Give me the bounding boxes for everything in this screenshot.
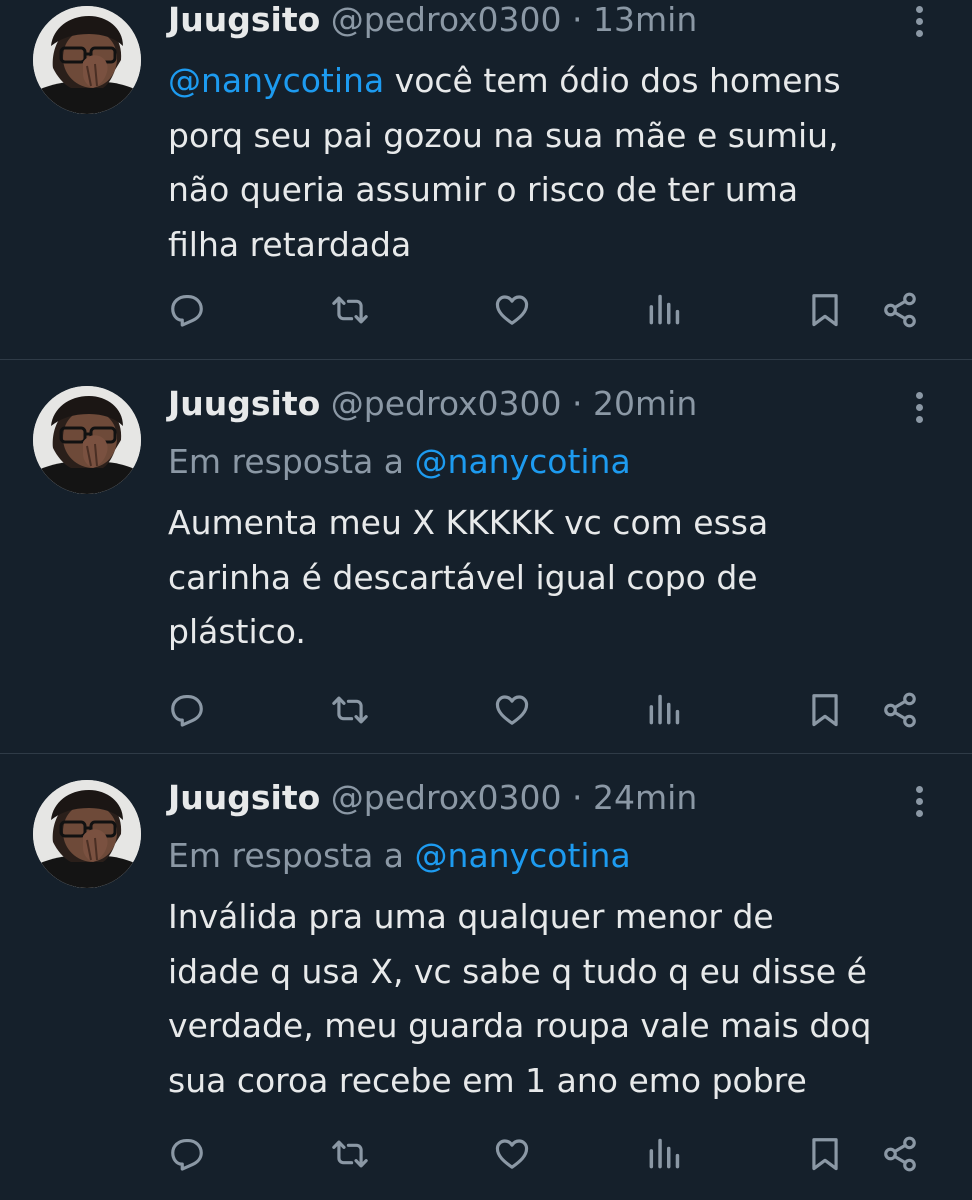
display-name[interactable]: Juugsito [168,778,320,817]
reply-prefix: Em resposta a [168,442,415,481]
reply-prefix: Em resposta a [168,836,415,875]
reply-icon[interactable] [165,1132,209,1176]
action-bar [0,288,972,332]
views-chart-icon[interactable] [642,1132,686,1176]
user-handle[interactable]: @pedrox0300 [331,0,562,39]
tweet-text: @nanycotina você tem ódio dos homens por… [168,54,948,272]
more-dots-icon[interactable] [904,0,934,44]
retweet-icon[interactable] [328,1132,372,1176]
display-name[interactable]: Juugsito [168,384,320,423]
share-icon[interactable] [878,1132,922,1176]
tweet-text-line: sua coroa recebe em 1 ano emo pobre [168,1060,807,1100]
user-handle[interactable]: @pedrox0300 [331,778,562,817]
retweet-icon[interactable] [328,688,372,732]
tweet-text: Aumenta meu X KKKKK vc com essa carinha … [168,496,948,660]
share-icon[interactable] [878,288,922,332]
tweet-header: Juugsito @pedrox0300 · 13min [168,0,697,42]
bookmark-icon[interactable] [803,688,847,732]
avatar[interactable] [33,6,141,114]
avatar[interactable] [33,780,141,888]
action-bar [0,1132,972,1176]
reply-context: Em resposta a @nanycotina [168,834,631,878]
user-handle[interactable]: @pedrox0300 [331,384,562,423]
separator-dot: · [572,384,583,423]
separator-dot: · [572,778,583,817]
bookmark-icon[interactable] [803,288,847,332]
tweet-text-line: não queria assumir o risco de ter uma [168,170,799,209]
bookmark-icon[interactable] [803,1132,847,1176]
tweet[interactable]: Juugsito @pedrox0300 · 20min Em resposta… [0,360,972,754]
mention-link[interactable]: @nanycotina [415,442,631,481]
avatar-image [33,6,141,114]
avatar-image [33,780,141,888]
display-name[interactable]: Juugsito [168,0,320,39]
tweet-text-line: Inválida pra uma qualquer menor de [168,897,774,936]
heart-icon[interactable] [490,1132,534,1176]
tweet-feed: Juugsito @pedrox0300 · 13min @nanycotina… [0,0,972,1200]
mention-link[interactable]: @nanycotina [168,61,384,100]
views-chart-icon[interactable] [642,288,686,332]
timestamp[interactable]: 20min [593,384,697,423]
heart-icon[interactable] [490,288,534,332]
more-dots-icon[interactable] [904,780,934,824]
share-icon[interactable] [878,688,922,732]
reply-icon[interactable] [165,288,209,332]
tweet-text-line: porq seu pai gozou na sua mãe e sumiu, [168,115,839,155]
timestamp[interactable]: 13min [593,0,697,39]
tweet-header: Juugsito @pedrox0300 · 20min [168,382,697,426]
action-bar [0,688,972,732]
more-dots-icon[interactable] [904,386,934,430]
reply-context: Em resposta a @nanycotina [168,440,631,484]
tweet-text: Inválida pra uma qualquer menor de idade… [168,890,948,1108]
tweet-text-line: idade q usa X, vc sabe q tudo q eu disse… [168,951,867,991]
retweet-icon[interactable] [328,288,372,332]
tweet[interactable]: Juugsito @pedrox0300 · 24min Em resposta… [0,754,972,1200]
tweet-text-line: carinha é descartável igual copo de [168,557,758,597]
tweet-header: Juugsito @pedrox0300 · 24min [168,776,697,820]
timestamp[interactable]: 24min [593,778,697,817]
tweet-text-line: plástico. [168,612,306,651]
avatar-image [33,386,141,494]
views-chart-icon[interactable] [642,688,686,732]
tweet-text-line: verdade, meu guarda roupa vale mais doq [168,1006,872,1045]
avatar[interactable] [33,386,141,494]
reply-icon[interactable] [165,688,209,732]
tweet-text-line: Aumenta meu X KKKKK vc com essa [168,503,769,542]
tweet[interactable]: Juugsito @pedrox0300 · 13min @nanycotina… [0,0,972,360]
mention-link[interactable]: @nanycotina [415,836,631,875]
tweet-text-line: @nanycotina você tem ódio dos homens [168,61,841,100]
tweet-text-line: filha retardada [168,224,412,264]
separator-dot: · [572,0,583,39]
heart-icon[interactable] [490,688,534,732]
